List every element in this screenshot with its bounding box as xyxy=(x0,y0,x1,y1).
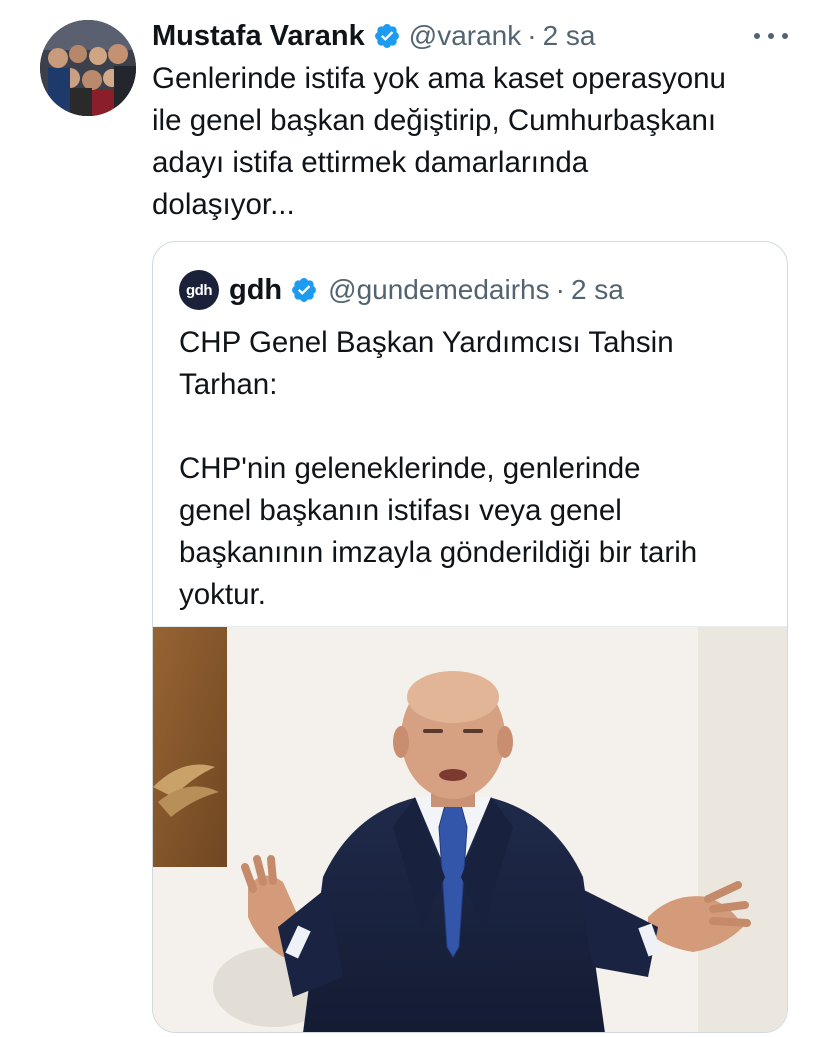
more-horizontal-icon[interactable] xyxy=(754,26,788,46)
quoted-tweet-text: CHP Genel Başkan Yardımcısı Tahsin Tarha… xyxy=(179,326,698,611)
quoted-author-handle[interactable]: @gundemedairhs xyxy=(328,274,549,306)
author-avatar[interactable] xyxy=(40,20,136,116)
quoted-author-name[interactable]: gdh xyxy=(229,274,282,307)
author-name[interactable]: Mustafa Varank xyxy=(152,20,365,53)
tweet-timestamp[interactable]: 2 sa xyxy=(543,20,596,52)
quoted-tweet[interactable]: gdh gdh @gundemedairhs · 2 sa CHP Genel … xyxy=(152,241,788,1033)
author-handle[interactable]: @varank xyxy=(409,20,521,52)
tweet[interactable]: Mustafa Varank @varank · 2 sa Genlerinde… xyxy=(0,0,828,1037)
tweet-text: Genlerinde istifa yok ama kaset operasyo… xyxy=(152,62,726,221)
quoted-tweet-header: gdh gdh @gundemedairhs · 2 sa xyxy=(179,268,624,312)
quoted-tweet-timestamp[interactable]: 2 sa xyxy=(571,274,624,306)
verified-badge-icon xyxy=(290,276,318,304)
quoted-author-avatar[interactable]: gdh xyxy=(179,270,219,310)
tweet-header: Mustafa Varank @varank · 2 sa xyxy=(152,16,596,56)
verified-badge-icon xyxy=(373,22,401,50)
separator-dot: · xyxy=(527,20,537,51)
quoted-tweet-photo[interactable] xyxy=(153,626,787,1032)
separator-dot: · xyxy=(555,274,565,305)
